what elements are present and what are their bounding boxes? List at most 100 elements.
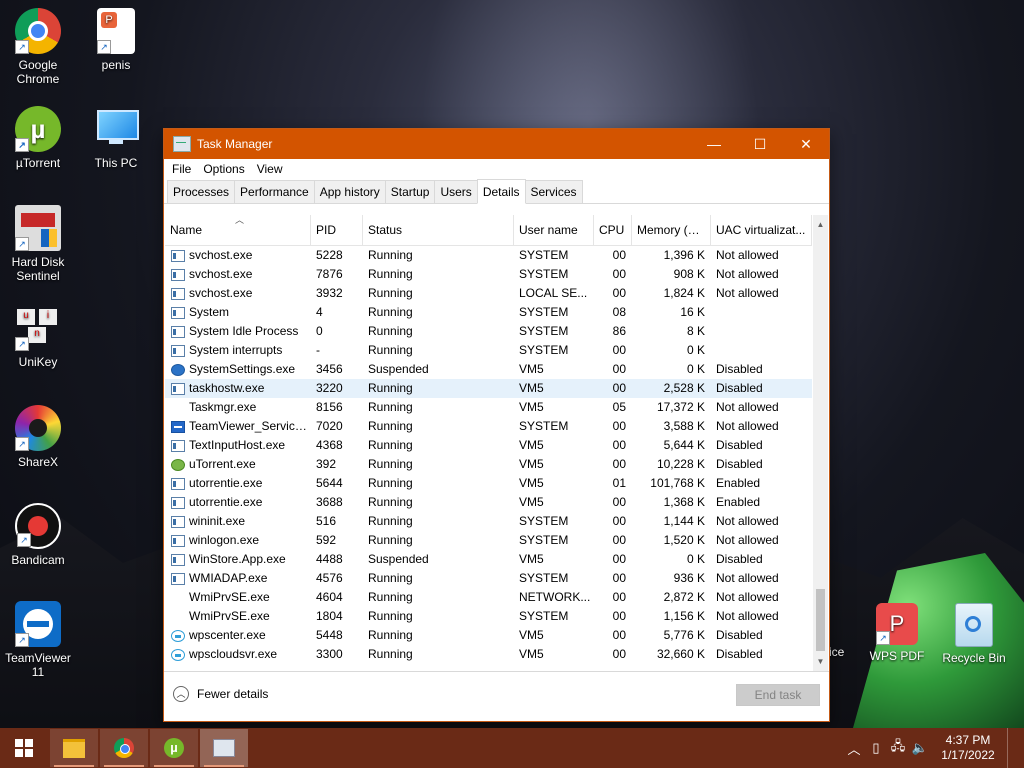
column-header-status[interactable]: Status (363, 215, 514, 245)
table-row[interactable]: SystemSettings.exe 3456 Suspended VM5 00 0 K D… (165, 360, 812, 379)
cell-pid: 4488 (316, 552, 343, 566)
network-icon[interactable]: 🖧 (887, 737, 909, 759)
maximize-button[interactable]: ☐ (737, 129, 783, 159)
cell-status: Running (368, 400, 413, 414)
tab-users[interactable]: Users (434, 180, 478, 203)
table-row[interactable]: System Idle Process 0 Running SYSTEM 86 8 K (165, 322, 812, 341)
volume-icon[interactable]: 🔈 (909, 740, 931, 756)
cell-name: SystemSettings.exe (165, 360, 311, 379)
menu-view[interactable]: View (251, 162, 289, 176)
tab-details[interactable]: Details (476, 179, 526, 204)
cell-memory: 101,768 K (650, 476, 705, 490)
cell-user: VM5 (519, 628, 544, 642)
table-row[interactable]: uTorrent.exe 392 Running VM5 00 10,228 K Disab… (165, 455, 812, 474)
cell-pid: - (316, 343, 320, 357)
column-header-cpu[interactable]: CPU (594, 215, 632, 245)
cell-status: Running (368, 533, 413, 547)
tab-processes[interactable]: Processes (167, 180, 236, 203)
process-name: System (189, 305, 230, 319)
fewer-details-button[interactable]: ︿ Fewer details (173, 686, 268, 702)
desktop-icon-utorrent[interactable]: µ ↗ µTorrent (0, 106, 76, 170)
table-row[interactable]: taskhostw.exe 3220 Running VM5 00 2,528 K Disa… (165, 379, 812, 398)
table-row[interactable]: wpscenter.exe 5448 Running VM5 00 5,776 K Disa… (165, 626, 812, 645)
desktop-icon-label: This PC (94, 156, 138, 170)
cell-pid: 7876 (316, 267, 343, 281)
table-row[interactable]: svchost.exe 7876 Running SYSTEM 00 908 K Not a… (165, 265, 812, 284)
table-row[interactable]: TextInputHost.exe 4368 Running VM5 00 5,644 K… (165, 436, 812, 455)
desktop-icon-bandicam[interactable]: ↗ Bandicam (0, 503, 76, 567)
cell-name: winlogon.exe (165, 531, 311, 550)
table-row[interactable]: utorrentie.exe 3688 Running VM5 00 1,368 K Ena… (165, 493, 812, 512)
column-header-memory[interactable]: Memory (a... (632, 215, 711, 245)
table-row[interactable]: wininit.exe 516 Running SYSTEM 00 1,144 K Not … (165, 512, 812, 531)
taskbar-task-manager[interactable] (200, 729, 248, 767)
desktop-icon-sharex[interactable]: ↗ ShareX (0, 405, 76, 469)
table-row[interactable]: WMIADAP.exe 4576 Running SYSTEM 00 936 K Not a… (165, 569, 812, 588)
wps-pdf-icon: P ↗ (876, 603, 918, 645)
scrollbar-thumb[interactable] (816, 589, 825, 651)
cell-user: VM5 (519, 552, 544, 566)
cell-memory: 0 K (686, 552, 705, 566)
desktop-icon-unikey[interactable]: u i n ↗ UniKey (0, 305, 76, 369)
desktop-icon-penis[interactable]: P ↗ penis (78, 8, 154, 72)
desktop-icon-recycle-bin[interactable]: Recycle Bin (936, 603, 1012, 665)
title-bar[interactable]: Task Manager — ☐ ✕ (164, 129, 829, 159)
show-desktop-button[interactable] (1007, 728, 1024, 768)
start-button[interactable] (0, 728, 48, 768)
taskbar-utorrent[interactable]: µ (150, 729, 198, 767)
desktop-icon-teamviewer[interactable]: ↗ TeamViewer 11 (0, 601, 76, 679)
table-row[interactable]: WmiPrvSE.exe 1804 Running SYSTEM 00 1,156 K No… (165, 607, 812, 626)
end-task-button[interactable]: End task (736, 684, 820, 706)
cell-memory: 1,396 K (663, 248, 705, 262)
table-row[interactable]: System 4 Running SYSTEM 08 16 K (165, 303, 812, 322)
chevron-up-icon[interactable]: ︿ (843, 739, 865, 758)
desktop-icon-hard-disk-sentinel[interactable]: ↗ Hard Disk Sentinel (0, 205, 76, 283)
tab-performance[interactable]: Performance (234, 180, 315, 203)
cell-name: WmiPrvSE.exe (165, 607, 311, 626)
window-footer: ︿ Fewer details End task (164, 671, 829, 721)
desktop-icon-wps-pdf[interactable]: P ↗ WPS PDF (859, 603, 935, 663)
cell-cpu: 00 (612, 419, 626, 433)
table-row[interactable]: WmiPrvSE.exe 4604 Running NETWORK... 00 2,872… (165, 588, 812, 607)
table-row[interactable]: winlogon.exe 592 Running SYSTEM 00 1,520 K Not… (165, 531, 812, 550)
close-button[interactable]: ✕ (783, 129, 829, 159)
table-row[interactable]: WinStore.App.exe 4488 Suspended VM5 00 0 K Dis… (165, 550, 812, 569)
cell-memory: 1,144 K (663, 514, 705, 528)
taskbar-chrome[interactable] (100, 729, 148, 767)
minimize-button[interactable]: — (691, 129, 737, 159)
process-table: ︿ Name PID Status User name CPU Memory (… (165, 215, 812, 671)
cell-name: TextInputHost.exe (165, 436, 311, 455)
cell-uac: Enabled (716, 476, 761, 490)
tab-services[interactable]: Services (524, 180, 583, 203)
column-header-user[interactable]: User name (514, 215, 594, 245)
taskbar-file-explorer[interactable] (50, 729, 98, 767)
scroll-up-icon[interactable]: ▲ (813, 217, 828, 232)
desktop-icon-this-pc[interactable]: This PC (78, 106, 154, 170)
menu-options[interactable]: Options (197, 162, 250, 176)
desktop-icon-label: ShareX (17, 455, 59, 469)
sort-ascending-icon: ︿ (235, 215, 245, 225)
column-header-pid[interactable]: PID (311, 215, 363, 245)
table-row[interactable]: svchost.exe 5228 Running SYSTEM 00 1,396 K Not… (165, 246, 812, 265)
table-row[interactable]: TeamViewer_Service.... 7020 Running SYSTEM 0… (165, 417, 812, 436)
fewer-details-label: Fewer details (197, 687, 269, 701)
scroll-down-icon[interactable]: ▼ (813, 654, 828, 669)
cell-cpu: 00 (612, 286, 626, 300)
clipboard-icon[interactable]: ▯ (865, 740, 887, 756)
tab-startup[interactable]: Startup (384, 180, 436, 203)
clock[interactable]: 4:37 PM 1/17/2022 (931, 733, 1005, 763)
column-header-uac[interactable]: UAC virtualizat... (711, 215, 812, 245)
tab-app-history[interactable]: App history (313, 180, 386, 203)
desktop-icon-chrome[interactable]: ↗ Google Chrome (0, 8, 76, 86)
menu-file[interactable]: File (166, 162, 197, 176)
table-row[interactable]: utorrentie.exe 5644 Running VM5 01 101,768 K E… (165, 474, 812, 493)
cell-uac: Not allowed (716, 609, 779, 623)
vertical-scrollbar[interactable]: ▲ ▼ (813, 215, 828, 671)
cell-name: wpscenter.exe (165, 626, 311, 645)
table-row[interactable]: System interrupts - Running SYSTEM 00 0 K (165, 341, 812, 360)
table-row[interactable]: svchost.exe 3932 Running LOCAL SE... 00 1,824… (165, 284, 812, 303)
cell-user: SYSTEM (519, 533, 569, 547)
table-row[interactable]: Taskmgr.exe 8156 Running VM5 05 17,372 K Not a… (165, 398, 812, 417)
table-row[interactable]: wpscloudsvr.exe 3300 Running VM5 00 32,660 K D… (165, 645, 812, 664)
table-body: svchost.exe 5228 Running SYSTEM 00 1,396 K Not… (165, 246, 812, 664)
